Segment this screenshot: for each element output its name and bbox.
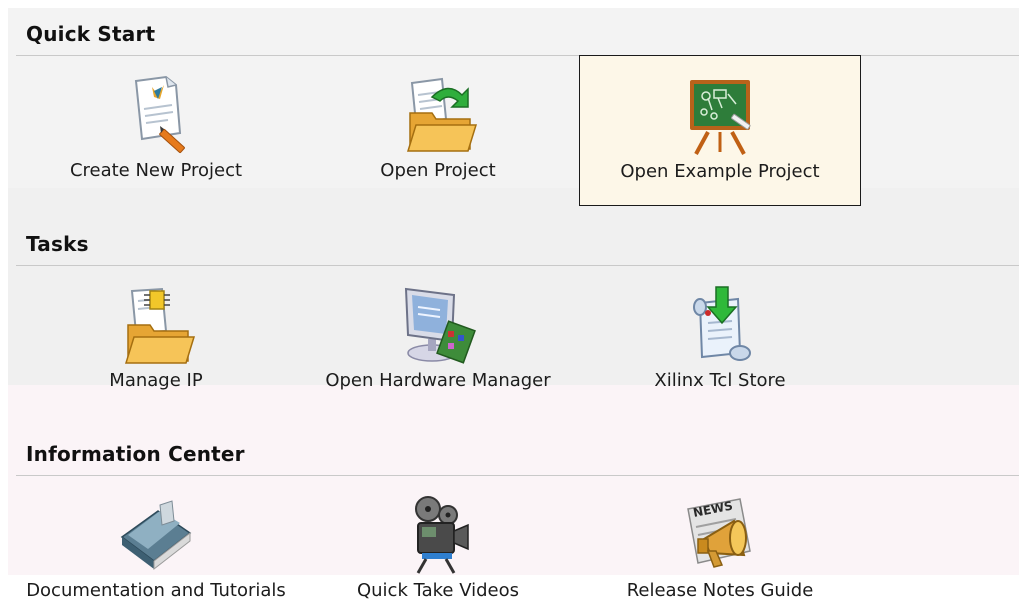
example-project-icon — [678, 74, 762, 158]
quick-start-header: Quick Start — [16, 8, 1019, 56]
tcl-store-icon — [678, 283, 762, 367]
documentation-icon — [114, 493, 198, 577]
section-title: Information Center — [26, 442, 245, 466]
create-new-project-button[interactable]: Create New Project — [15, 55, 297, 206]
video-camera-icon — [396, 493, 480, 577]
hardware-manager-icon — [396, 283, 480, 367]
new-project-icon — [114, 73, 198, 157]
open-project-label: Open Project — [380, 160, 496, 181]
open-hardware-manager-label: Open Hardware Manager — [325, 370, 551, 391]
manage-ip-button[interactable]: Manage IP — [15, 265, 297, 416]
xilinx-tcl-store-button[interactable]: Xilinx Tcl Store — [579, 265, 861, 416]
documentation-and-tutorials-label: Documentation and Tutorials — [26, 580, 286, 601]
news-megaphone-icon: NEWS — [678, 493, 762, 577]
section-title: Tasks — [26, 232, 89, 256]
tasks-header: Tasks — [16, 218, 1019, 266]
start-page: Quick Start Create New Project Open Proj… — [0, 0, 1019, 607]
documentation-and-tutorials-button[interactable]: Documentation and Tutorials — [15, 475, 297, 607]
quick-take-videos-label: Quick Take Videos — [356, 580, 520, 601]
manage-ip-label: Manage IP — [109, 370, 203, 391]
xilinx-tcl-store-label: Xilinx Tcl Store — [654, 370, 786, 391]
quick-take-videos-button[interactable]: Quick Take Videos — [297, 475, 579, 607]
open-project-button[interactable]: Open Project — [297, 55, 579, 206]
information-center-header: Information Center — [16, 428, 1019, 476]
release-notes-guide-label: Release Notes Guide — [626, 580, 814, 601]
open-project-icon — [396, 73, 480, 157]
manage-ip-icon — [114, 283, 198, 367]
open-example-project-label: Open Example Project — [620, 161, 820, 182]
create-new-project-label: Create New Project — [69, 160, 243, 181]
section-title: Quick Start — [26, 22, 156, 46]
open-hardware-manager-button[interactable]: Open Hardware Manager — [297, 265, 579, 416]
release-notes-guide-button[interactable]: NEWS Release Notes Guide — [579, 475, 861, 607]
open-example-project-button[interactable]: Open Example Project — [579, 55, 861, 206]
